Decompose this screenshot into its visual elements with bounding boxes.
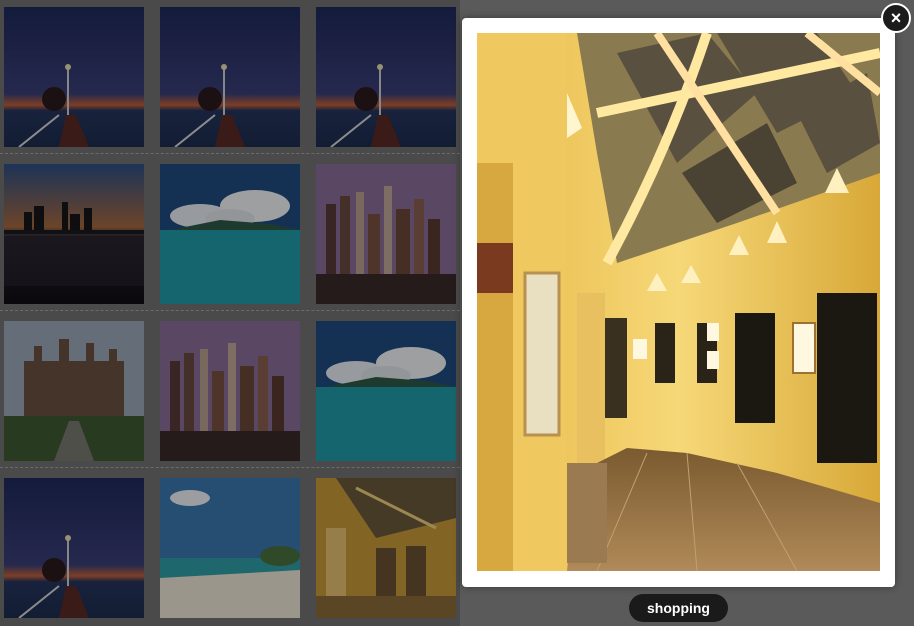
- thumbnail[interactable]: [316, 164, 456, 304]
- thumbnail[interactable]: [4, 7, 144, 147]
- thumbnail[interactable]: [316, 7, 456, 147]
- row-divider: [0, 467, 460, 468]
- row-divider: [0, 310, 460, 311]
- thumbnail[interactable]: [160, 164, 300, 304]
- image-caption: shopping: [629, 594, 728, 622]
- thumbnail[interactable]: [160, 7, 300, 147]
- thumbnail-grid: [0, 0, 460, 626]
- row-divider: [0, 153, 460, 154]
- yellow-lit-curved-corridor-image: [477, 33, 880, 571]
- thumbnail[interactable]: [316, 321, 456, 461]
- thumbnail[interactable]: [160, 478, 300, 618]
- close-icon: ×: [890, 7, 902, 28]
- thumbnail[interactable]: [4, 321, 144, 461]
- thumbnail[interactable]: [4, 478, 144, 618]
- thumbnail[interactable]: [160, 321, 300, 461]
- thumbnail[interactable]: [316, 478, 456, 618]
- close-button[interactable]: ×: [881, 3, 911, 33]
- thumbnail[interactable]: [4, 164, 144, 304]
- lightbox-frame: [462, 18, 895, 587]
- lightbox-image: [477, 33, 880, 571]
